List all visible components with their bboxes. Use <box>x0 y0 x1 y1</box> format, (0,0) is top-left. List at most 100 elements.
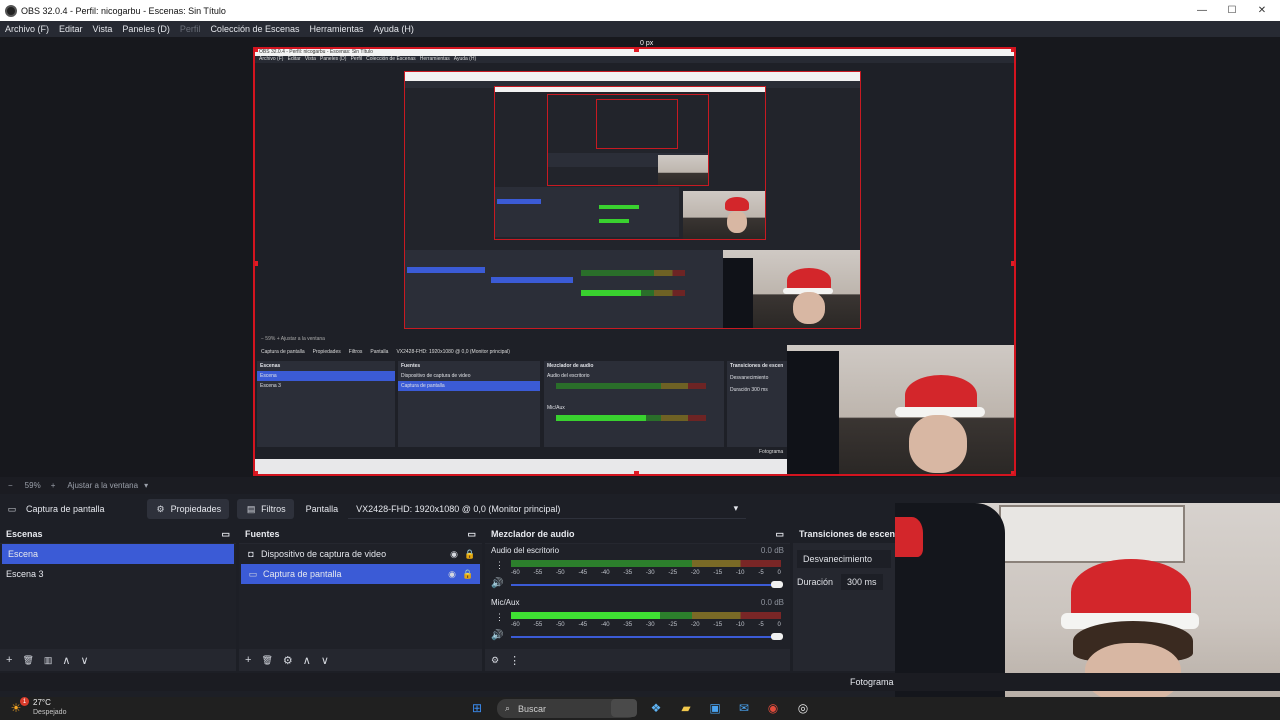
duration-input[interactable]: 300 ms <box>841 574 883 590</box>
add-source-button[interactable]: + <box>245 654 251 666</box>
menu-editar[interactable]: Editar <box>54 24 88 34</box>
lock-icon[interactable]: 🔒 <box>462 568 474 580</box>
properties-button[interactable]: ⚙ Propiedades <box>146 499 230 519</box>
add-scene-button[interactable]: + <box>6 654 12 666</box>
meter-tick: -20 <box>690 622 700 628</box>
nested-capture-2 <box>404 71 861 329</box>
menu-ayuda[interactable]: Ayuda (H) <box>369 24 419 34</box>
transition-select[interactable]: Desvanecimiento <box>797 550 891 568</box>
store-icon[interactable]: ▣ <box>706 699 724 717</box>
dock-menu-icon[interactable]: ▭ <box>775 529 784 540</box>
scene-filters-button[interactable]: ▥ <box>44 655 53 666</box>
speaker-icon[interactable]: 🔊 <box>491 630 503 641</box>
nested-zoombar: − 59% + Ajustar a la ventana <box>261 336 325 342</box>
windows-taskbar <box>0 697 1280 720</box>
move-source-down-button[interactable]: ∨ <box>321 654 329 667</box>
nested-webcam <box>787 345 1014 474</box>
filters-button[interactable]: ▤ Filtros <box>237 499 294 519</box>
channel-menu-icon[interactable]: ⋮ <box>495 612 504 623</box>
source-item-video-capture[interactable]: ◘ Dispositivo de captura de video ◉ 🔒 <box>239 544 482 564</box>
nested-audio-1: Audio del escritorio <box>547 373 590 379</box>
source-item-screen-capture[interactable]: ▭ Captura de pantalla ◉ 🔒 <box>241 564 480 584</box>
widget-icon[interactable] <box>611 699 637 717</box>
chevron-down-icon[interactable]: ▾ <box>144 481 148 490</box>
dock-menu-icon[interactable]: ▭ <box>467 529 476 540</box>
fit-to-window-dropdown[interactable]: Ajustar a la ventana <box>67 481 138 490</box>
nested-scenes-title: Escenas <box>260 363 281 369</box>
meter-tick: -55 <box>533 570 543 576</box>
minimize-button[interactable]: — <box>1186 0 1218 21</box>
menu-archivo[interactable]: Archivo (F) <box>0 24 54 34</box>
scene-item-escena[interactable]: Escena <box>2 544 234 564</box>
scenes-title: Escenas <box>6 529 43 539</box>
fotograma-label: Fotograma <box>850 677 894 687</box>
menu-vista[interactable]: Vista <box>88 24 118 34</box>
advanced-audio-icon[interactable]: ⚙ <box>491 655 499 666</box>
meter-tick: -45 <box>578 570 588 576</box>
duration-label: Duración <box>797 577 834 587</box>
zoom-out-button[interactable]: − <box>8 481 13 490</box>
nested-display: Pantalla <box>370 349 389 355</box>
menu-herramientas[interactable]: Herramientas <box>305 24 369 34</box>
channel-menu-icon[interactable]: ⋮ <box>495 560 504 571</box>
transitions-body: Desvanecimiento Duración 300 ms <box>793 544 895 671</box>
nested-fade: Desvanecimiento <box>730 375 769 381</box>
obs-taskbar-icon[interactable]: ◎ <box>794 699 812 717</box>
meter-tick: 0 <box>777 570 781 576</box>
meter-level <box>511 612 660 619</box>
volume-slider[interactable] <box>511 633 783 640</box>
nested-audio-2: Mic/Aux <box>547 405 565 411</box>
source-label: Captura de pantalla <box>263 569 342 579</box>
mixer-menu-icon[interactable]: ⋮ <box>509 654 520 667</box>
nested-fotograma: Fotograma <box>759 449 784 455</box>
slider-knob[interactable] <box>771 581 783 588</box>
eye-icon[interactable]: ◉ <box>448 548 460 560</box>
weather-desc: Despejado <box>33 709 67 716</box>
meter-tick: -20 <box>690 570 700 576</box>
copilot-icon[interactable]: ❖ <box>647 699 665 717</box>
source-label: Dispositivo de captura de video <box>261 549 387 559</box>
source-properties-button[interactable]: ⚙ <box>283 654 293 667</box>
preview-area[interactable]: 0 px OBS 32.0.4 - Perfil: nicogarbu - Es… <box>0 37 1280 477</box>
weather-temp: 27°C <box>33 698 51 707</box>
remove-source-button[interactable]: 🗑 <box>261 655 272 666</box>
nested-props: Propiedades <box>312 349 341 355</box>
close-button[interactable]: ✕ <box>1246 0 1278 21</box>
file-explorer-icon[interactable]: ▰ <box>677 699 695 717</box>
eye-icon[interactable]: ◉ <box>446 568 458 580</box>
mixer-footer: ⚙ ⋮ <box>485 649 790 671</box>
menu-coleccion-escenas[interactable]: Colección de Escenas <box>205 24 304 34</box>
speaker-icon[interactable]: 🔊 <box>491 578 503 589</box>
meter-tick: -15 <box>713 622 723 628</box>
meter-tick: -40 <box>600 622 610 628</box>
window-title: OBS 32.0.4 - Perfil: nicogarbu - Escenas… <box>21 5 226 16</box>
outlook-icon[interactable]: ✉ <box>735 699 753 717</box>
meter-tick: -55 <box>533 622 543 628</box>
menu-perfil[interactable]: Perfil <box>175 24 206 34</box>
nested-filters: Filtros <box>348 349 363 355</box>
preview-canvas[interactable]: OBS 32.0.4 - Perfil: nicogarbu - Escenas… <box>253 47 1016 476</box>
move-scene-up-button[interactable]: ∧ <box>62 654 70 667</box>
volume-slider[interactable] <box>511 581 783 588</box>
lock-icon[interactable]: 🔒 <box>464 548 476 560</box>
scene-item-escena-3[interactable]: Escena 3 <box>0 564 236 584</box>
slider-knob[interactable] <box>771 633 783 640</box>
nested-duration-val: 300 ms <box>751 387 768 393</box>
meter-tick: -10 <box>735 622 745 628</box>
maximize-button[interactable]: ☐ <box>1216 0 1248 21</box>
zoom-in-button[interactable]: + <box>51 481 56 490</box>
chrome-icon[interactable]: ◉ <box>764 699 782 717</box>
dock-menu-icon[interactable]: ▭ <box>221 529 230 540</box>
display-select[interactable]: VX2428-FHD: 1920x1080 @ 0,0 (Monitor pri… <box>348 499 747 519</box>
menu-paneles[interactable]: Paneles (D) <box>117 24 175 34</box>
nested-source-name: Captura de pantalla <box>261 349 305 355</box>
gear-icon: ⚙ <box>156 503 165 514</box>
windows-start-icon[interactable]: ⊞ <box>468 699 486 717</box>
obs-logo-icon <box>5 4 17 17</box>
meter-tick: -60 <box>511 622 520 628</box>
nested-transitions-panel: Transiciones de escen Desvanecimiento Du… <box>727 361 787 447</box>
move-scene-down-button[interactable]: ∨ <box>80 654 88 667</box>
meter-tick: -5 <box>758 622 764 628</box>
move-source-up-button[interactable]: ∧ <box>303 654 311 667</box>
remove-scene-button[interactable]: 🗑 <box>22 655 33 666</box>
